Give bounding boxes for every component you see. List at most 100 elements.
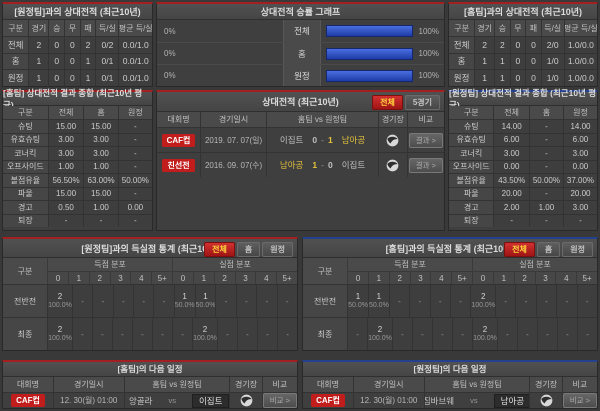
bin-header: 3	[534, 271, 556, 284]
graph-row: 0% 원정 100%	[157, 64, 444, 86]
stat-value: 3.00	[493, 146, 529, 160]
empty-value: -	[245, 296, 248, 306]
stat-value: -	[117, 213, 152, 227]
score-group: 0-1	[310, 135, 334, 145]
table-row: 홈 1 0 0 1 0/1 0.0/1.0	[3, 52, 152, 69]
panel-title: [홈팀]과의 상대전적 (최근10년)	[449, 4, 597, 20]
panel-title: [홈팀] 상대전적 결과 종합 (최근10년 평균)	[3, 88, 152, 110]
tab-home[interactable]: 홈	[236, 242, 261, 257]
empty-value: -	[161, 329, 164, 339]
stat-value: 3.00	[562, 200, 597, 214]
globe-icon[interactable]	[386, 159, 399, 172]
table-row: 퇴장 - - -	[3, 213, 152, 227]
table-row: 파울 15.00 15.00-	[3, 186, 152, 200]
row-label: 최종	[3, 318, 48, 350]
bin-header: 5+	[576, 271, 598, 284]
row-label: 슈팅	[449, 119, 494, 133]
globe-icon[interactable]	[540, 394, 553, 407]
compare-button[interactable]: 결과 >	[408, 157, 443, 173]
goal-percent: 50.0%	[195, 302, 216, 309]
tab-5games[interactable]: 5경기	[404, 95, 440, 110]
away-team-name: 남아공	[341, 135, 366, 145]
stat-cell: -	[172, 318, 193, 350]
h2h-vs-home-table: 구분 경기 승 무 패 득/실 평균 득/실 전체 2 2 0 0 2/0 1.0/0.0 홈 1 1 0 0 1/0…	[449, 20, 597, 86]
empty-value: -	[121, 329, 124, 339]
panel-h2h-vs-home: [홈팀]과의 상대전적 (최근10년) 구분 경기 승 무 패 득/실 평균 득/실 전체 2 2…	[448, 2, 598, 87]
row-label: 파울	[449, 186, 494, 200]
column-header: 구분	[449, 106, 494, 119]
row-label: 퇴장	[449, 213, 494, 227]
graph-row-label: 원정	[283, 65, 321, 86]
column-header: 득/실	[540, 20, 564, 36]
match-teams-cell: 짐바브웨 vs 남아공	[423, 392, 530, 408]
stat-value: -	[528, 159, 563, 173]
vs-label: vs	[168, 396, 176, 405]
table-row: 슈팅 15.00 15.00-	[3, 119, 152, 133]
stat-value: 0.00	[117, 200, 152, 214]
panel-title: 상대전적 승률 그래프	[157, 4, 444, 20]
stat-cell: 2 100.0%	[47, 318, 72, 350]
home-score: 0	[312, 135, 318, 145]
row-label: 볼점유율	[449, 173, 494, 187]
tab-home[interactable]: 홈	[536, 242, 561, 257]
panel-title: 상대전적 (최근10년)	[262, 97, 339, 107]
bin-header: 2	[213, 271, 235, 284]
stat-value: -	[117, 186, 152, 200]
compare-button[interactable]: 결과 >	[408, 132, 443, 148]
row-label: 슈팅	[3, 119, 48, 133]
empty-value: -	[401, 329, 404, 339]
empty-value: -	[585, 296, 589, 306]
globe-icon[interactable]	[240, 394, 253, 407]
stat-value: 1/0	[540, 52, 564, 69]
stat-value: 0	[64, 69, 80, 86]
column-header: 경기일시	[200, 112, 267, 127]
away-team-name: 이집트	[341, 160, 366, 170]
match-row: CAF컵 12. 30(월) 01:00 짐바브웨 vs 남아공 비교 >	[303, 392, 597, 408]
row-label: 전반전	[303, 285, 348, 317]
compare-button[interactable]: 비교 >	[262, 393, 297, 408]
goal-percent: 100.0%	[471, 302, 496, 309]
stat-value: 50.00%	[528, 173, 563, 187]
stat-value: 15.00	[83, 119, 118, 133]
empty-value: -	[141, 329, 144, 339]
tab-away[interactable]: 원정	[262, 242, 293, 257]
stat-value: 3.00	[562, 146, 597, 160]
tab-all[interactable]: 전체	[204, 242, 235, 257]
column-header: 구분	[303, 258, 348, 284]
row-label: 파울	[3, 186, 48, 200]
table-row: 경고 2.00 1.00 3.00	[449, 200, 597, 214]
stat-value: 0	[64, 36, 80, 53]
stat-value: 0.50	[47, 200, 84, 214]
table-header-row: 구분 경기 승 무 패 득/실 평균 득/실	[449, 20, 597, 36]
stat-cell: -	[132, 285, 154, 317]
panel-winrate-graph: 상대전적 승률 그래프 0% 전체 100% 0% 홈 100% 0% 원정 100%	[156, 2, 445, 87]
league-badge: 친선전	[162, 158, 195, 172]
table-row: 코너킥 3.00-3.00	[449, 146, 597, 160]
column-header: 패	[525, 20, 541, 36]
stat-cell: -	[495, 285, 516, 317]
globe-icon[interactable]	[386, 134, 399, 147]
stat-value: 1.00	[528, 200, 563, 214]
tab-all[interactable]: 전체	[372, 95, 403, 110]
goal-percent: 100.0%	[48, 335, 72, 342]
stat-cell: -	[449, 285, 471, 317]
column-header: 홈	[528, 106, 563, 119]
empty-value: -	[421, 329, 424, 339]
stat-value: 0	[509, 69, 526, 86]
stat-value: 1.0/0.0	[563, 36, 597, 53]
column-header: 구분	[3, 20, 29, 36]
stat-cell: -	[112, 285, 133, 317]
compare-button[interactable]: 비교 >	[562, 393, 597, 408]
tab-all[interactable]: 전체	[504, 242, 535, 257]
panel-title: [홈팀]과의 득실점 통계 (최근10년)	[385, 243, 515, 254]
tab-away[interactable]: 원정	[562, 242, 593, 257]
stat-value: 0	[509, 52, 526, 69]
stat-value: 1.0/0.0	[563, 69, 597, 86]
league-cell: 친선전	[157, 152, 201, 177]
goal-percent: 100.0%	[48, 302, 72, 309]
column-header: 홈팀 vs 원정팀	[123, 377, 230, 392]
panel-next-schedule-away: [원정팀]의 다음 일정 대회명 경기일시 홈팀 vs 원정팀 경기장 비교 CAF컵 12…	[302, 360, 598, 409]
panel-home-summary: [홈팀] 상대전적 결과 종합 (최근10년 평균) 구분 전체 홈 원정 슈팅 15.0…	[2, 88, 153, 231]
row-label: 코너킥	[449, 146, 494, 160]
stat-value: 3.00	[83, 132, 118, 146]
